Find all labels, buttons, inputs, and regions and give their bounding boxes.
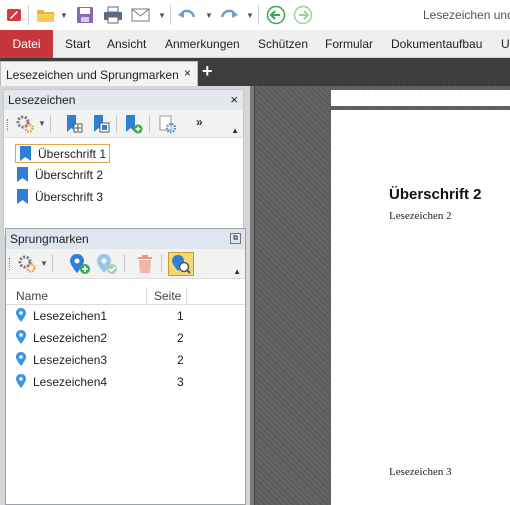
float-panel-icon[interactable]: ⧉ xyxy=(230,233,241,244)
destination-pin-icon xyxy=(16,352,26,366)
tab-protect[interactable]: Schützen xyxy=(258,37,308,51)
tab-view[interactable]: Ansicht xyxy=(107,37,146,51)
update-destination-icon[interactable] xyxy=(96,253,118,275)
forward-icon[interactable] xyxy=(291,3,315,27)
tab-more[interactable]: U xyxy=(501,37,510,51)
pin-toolbar-icon[interactable]: ▲ xyxy=(233,267,241,276)
bookmark-icon xyxy=(17,189,28,204)
destination-name: Lesezeichen2 xyxy=(33,331,108,345)
column-name-header[interactable]: Name xyxy=(16,289,48,303)
destination-name: Lesezeichen1 xyxy=(33,309,108,323)
destination-name: Lesezeichen3 xyxy=(33,353,108,367)
document-tab[interactable]: Lesezeichen und Sprungmarken × xyxy=(0,61,198,86)
column-page-header[interactable]: Seite xyxy=(154,289,181,303)
options-dropdown-icon[interactable]: ▼ xyxy=(40,259,48,268)
quick-access-toolbar: ▼ ▼ ▼ ▼ Lesezeichen und xyxy=(0,0,510,30)
email-icon[interactable] xyxy=(129,3,153,27)
add-tab-icon[interactable]: + xyxy=(202,61,216,81)
table-row[interactable]: Lesezeichen1 1 xyxy=(6,305,245,327)
table-row[interactable]: Lesezeichen2 2 xyxy=(6,327,245,349)
destination-page: 2 xyxy=(177,353,184,367)
window-title: Lesezeichen und xyxy=(423,8,510,22)
destinations-toolbar: ▼ ▲ xyxy=(6,249,245,279)
page-paragraph: Lesezeichen 3 xyxy=(389,466,452,478)
open-dropdown-icon[interactable]: ▼ xyxy=(60,11,68,20)
new-bookmark-icon[interactable] xyxy=(63,113,85,135)
undo-icon[interactable] xyxy=(175,3,199,27)
back-icon[interactable] xyxy=(264,3,288,27)
document-page[interactable]: Überschrift 2 Lesezeichen 2 Lesezeichen … xyxy=(331,110,510,505)
tab-document-structure[interactable]: Dokumentaufbau xyxy=(391,37,482,51)
tab-file[interactable]: Datei xyxy=(0,30,53,58)
destination-pin-icon xyxy=(16,330,26,344)
close-panel-icon[interactable]: × xyxy=(230,92,238,107)
new-child-bookmark-icon[interactable] xyxy=(90,113,112,135)
add-destination-icon[interactable] xyxy=(69,253,91,275)
bookmark-item[interactable]: Überschrift 2 xyxy=(16,165,103,184)
delete-destination-icon[interactable] xyxy=(134,253,156,275)
destinations-panel-title: Sprungmarken xyxy=(10,232,89,246)
page-heading: Überschrift 2 xyxy=(389,186,482,203)
redo-icon[interactable] xyxy=(217,3,241,27)
document-tab-bar: Lesezeichen und Sprungmarken × + xyxy=(0,58,510,86)
bookmark-label: Überschrift 1 xyxy=(38,146,107,161)
document-tab-label: Lesezeichen und Sprungmarken xyxy=(6,68,179,82)
undo-dropdown-icon[interactable]: ▼ xyxy=(205,11,213,20)
tab-annotations[interactable]: Anmerkungen xyxy=(165,37,240,51)
document-canvas: Überschrift 2 Lesezeichen 2 Lesezeichen … xyxy=(254,86,510,505)
destinations-panel-header: Sprungmarken ⧉ xyxy=(6,229,245,249)
table-row[interactable]: Lesezeichen4 3 xyxy=(6,371,245,393)
destination-page: 3 xyxy=(177,375,184,389)
save-icon[interactable] xyxy=(73,3,97,27)
document-view[interactable]: Überschrift 2 Lesezeichen 2 Lesezeichen … xyxy=(250,86,510,505)
destinations-table-header: Name Seite xyxy=(6,287,245,305)
bookmark-label: Überschrift 2 xyxy=(35,167,104,182)
print-icon[interactable] xyxy=(101,3,125,27)
bookmark-item[interactable]: Überschrift 3 xyxy=(16,187,103,206)
destination-pin-icon xyxy=(16,374,26,388)
tab-form[interactable]: Formular xyxy=(325,37,373,51)
bookmarks-panel-title: Lesezeichen xyxy=(8,93,76,107)
redo-dropdown-icon[interactable]: ▼ xyxy=(246,11,254,20)
close-tab-icon[interactable]: × xyxy=(184,66,191,80)
app-logo-icon[interactable] xyxy=(2,3,26,27)
bookmarks-panel: Lesezeichen × ▼ » ▲ Überschrift 1 Übersc… xyxy=(3,89,244,237)
table-row[interactable]: Lesezeichen3 2 xyxy=(6,349,245,371)
bookmark-options-gear-icon[interactable] xyxy=(14,113,36,135)
bookmark-label: Überschrift 3 xyxy=(35,189,104,204)
bookmark-properties-icon[interactable] xyxy=(156,113,178,135)
destination-page: 1 xyxy=(177,309,184,323)
destination-name: Lesezeichen4 xyxy=(33,375,108,389)
more-tools-chevron-icon[interactable]: » xyxy=(196,115,203,129)
pin-toolbar-icon[interactable]: ▲ xyxy=(231,126,239,135)
destinations-panel: Sprungmarken ⧉ ▼ ▲ Name Seite Lesezeiche… xyxy=(5,228,246,505)
bookmarks-panel-header: Lesezeichen × xyxy=(4,90,243,110)
scan-document-icon[interactable] xyxy=(168,252,194,276)
destination-page: 2 xyxy=(177,331,184,345)
previous-page xyxy=(331,90,510,106)
bookmark-item[interactable]: Überschrift 1 xyxy=(15,144,111,163)
page-paragraph: Lesezeichen 2 xyxy=(389,210,452,222)
destination-options-gear-icon[interactable] xyxy=(16,253,38,275)
bookmarks-toolbar: ▼ » ▲ xyxy=(4,110,243,138)
ribbon-tabs: Datei Start Ansicht Anmerkungen Schützen… xyxy=(0,30,510,58)
destination-pin-icon xyxy=(16,308,26,322)
toolbar-grip-icon[interactable] xyxy=(7,119,10,131)
bookmark-icon xyxy=(17,167,28,182)
toolbar-grip-icon[interactable] xyxy=(9,258,12,270)
open-folder-icon[interactable] xyxy=(34,3,58,27)
add-bookmark-icon[interactable] xyxy=(122,113,144,135)
bookmark-icon xyxy=(20,146,31,161)
tab-start[interactable]: Start xyxy=(65,37,90,51)
options-dropdown-icon[interactable]: ▼ xyxy=(38,119,46,128)
email-dropdown-icon[interactable]: ▼ xyxy=(158,11,166,20)
